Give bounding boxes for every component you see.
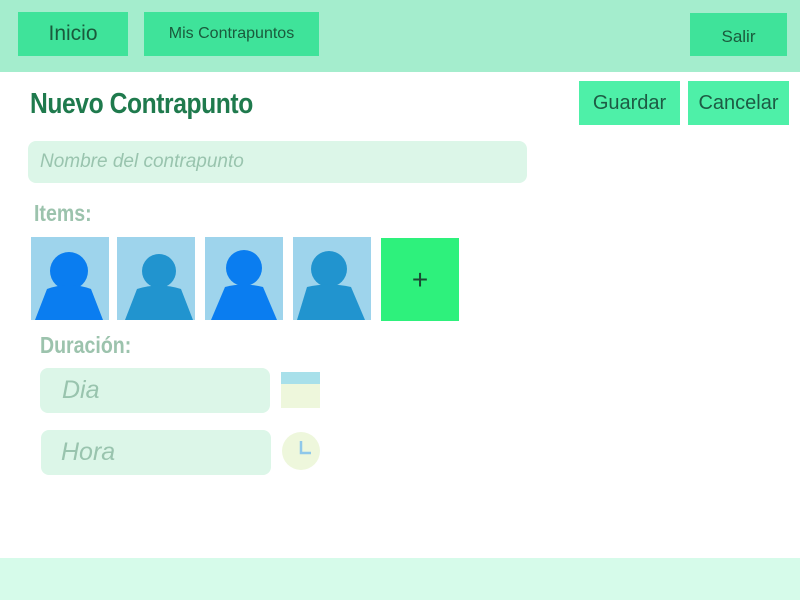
calendar-header [281, 372, 320, 384]
inicio-button[interactable]: Inicio [18, 12, 128, 56]
item-tile-2[interactable] [117, 237, 195, 320]
page-title: Nuevo Contrapunto [30, 88, 253, 120]
guardar-button[interactable]: Guardar [579, 81, 680, 125]
footer-bar [0, 558, 800, 600]
salir-button[interactable]: Salir [690, 13, 787, 56]
user-avatar-icon [297, 251, 365, 320]
mis-contrapuntos-button[interactable]: Mis Contrapuntos [144, 12, 319, 56]
clock-face [282, 432, 320, 470]
add-item-button[interactable]: + [381, 238, 459, 321]
items-label: Items: [34, 200, 92, 226]
calendar-body [281, 384, 320, 408]
user-avatar-icon [35, 252, 103, 320]
duracion-label: Duración: [40, 332, 132, 358]
user-avatar-icon [211, 250, 277, 320]
item-tile-4[interactable] [293, 237, 371, 320]
user-avatar-icon [125, 254, 193, 320]
calendar-icon[interactable] [281, 372, 320, 408]
dia-input[interactable] [40, 368, 270, 413]
clock-icon[interactable] [282, 432, 320, 470]
item-tile-3[interactable] [205, 237, 283, 320]
contrapunto-name-input[interactable] [28, 141, 527, 183]
hora-input[interactable] [41, 430, 271, 475]
cancelar-button[interactable]: Cancelar [688, 81, 789, 125]
item-tile-1[interactable] [31, 237, 109, 320]
